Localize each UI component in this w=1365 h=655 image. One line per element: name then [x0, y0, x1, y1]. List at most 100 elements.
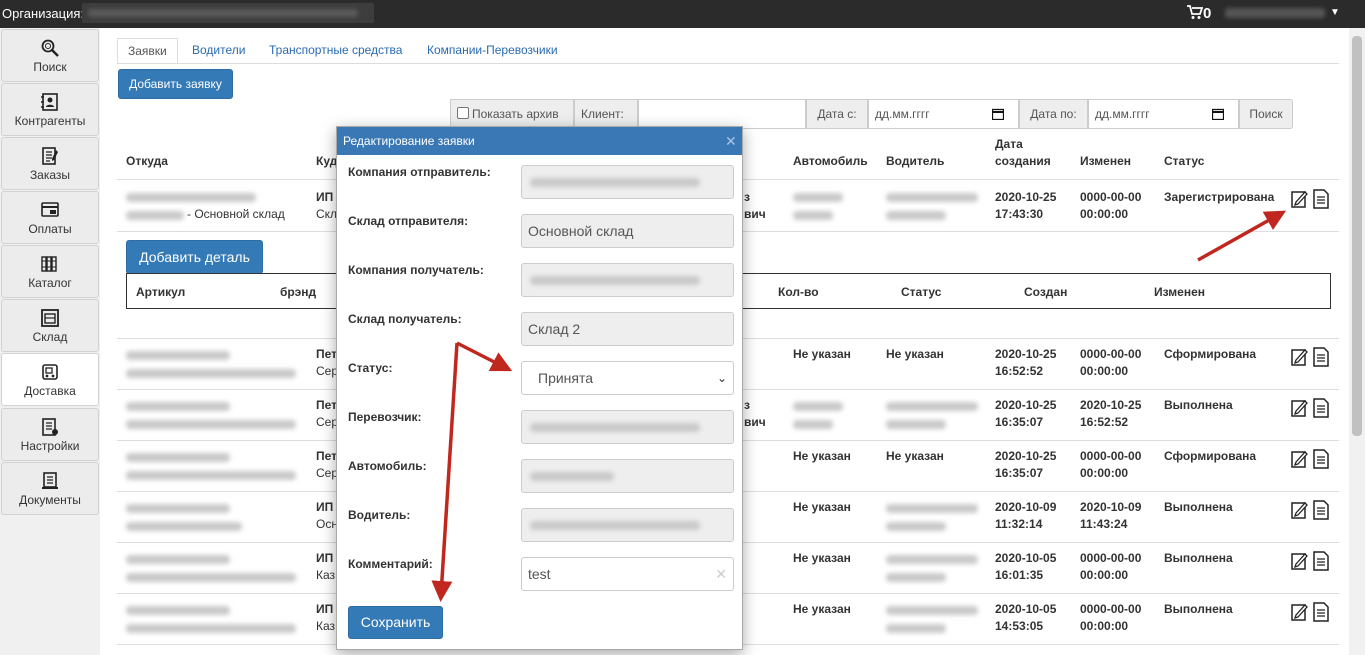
car-redacted [793, 402, 843, 411]
tab-drivers[interactable]: Водители [192, 38, 245, 64]
client-input[interactable] [638, 99, 806, 129]
add-detail-button[interactable]: Добавить деталь [126, 240, 263, 274]
created-date: 2020-10-25 [995, 398, 1057, 412]
sidebar-item-settings[interactable]: Настройки [1, 408, 99, 461]
to-line2: Каз [316, 568, 336, 582]
header-created: Дата создания [995, 136, 1051, 170]
driver-value: Не указан [886, 449, 944, 463]
created-date: 2020-10-25 [995, 190, 1057, 204]
document-icon[interactable] [1312, 347, 1330, 367]
tab-carriers[interactable]: Компании-Перевозчики [427, 38, 558, 64]
show-archive-checkbox[interactable] [457, 107, 469, 119]
to-line1: Пет [316, 347, 338, 361]
sidebar-item-search[interactable]: Поиск [1, 29, 99, 82]
date-to-input[interactable]: дд.мм.гггг [1088, 99, 1239, 129]
sender-redacted [126, 555, 230, 564]
receiver-company-label: Компания получатель: [348, 263, 484, 277]
changed-time: 00:00:00 [1080, 364, 1129, 378]
from-warehouse: - Основной склад [187, 207, 285, 221]
cart-button[interactable]: 0 [1187, 5, 1211, 22]
to-line1: ИП [316, 190, 334, 204]
clear-icon[interactable]: ✕ [715, 558, 727, 590]
edit-icon[interactable] [1291, 602, 1309, 622]
tab-divider [117, 63, 1339, 64]
caret-down-icon[interactable]: ▼ [1330, 7, 1340, 18]
sender-redacted [126, 573, 296, 582]
receiver-warehouse-label: Склад получатель: [348, 312, 462, 326]
edit-icon[interactable] [1291, 347, 1309, 367]
user-menu[interactable] [1225, 8, 1325, 18]
sender-redacted [126, 351, 230, 360]
created-date: 2020-10-05 [995, 551, 1057, 565]
sender-warehouse-field: Основной склад [521, 214, 734, 248]
detail-header-created: Создан [1024, 285, 1068, 299]
page-scrollbar[interactable] [1349, 28, 1365, 655]
tab-requests[interactable]: Заявки [117, 38, 178, 64]
organization-selector[interactable] [82, 3, 374, 23]
edit-icon[interactable] [1291, 449, 1309, 469]
receiver-company-field [521, 263, 734, 297]
payments-icon [40, 200, 60, 220]
sidebar-item-warehouse[interactable]: Склад [1, 299, 99, 352]
sender-company-label: Компания отправитель: [348, 165, 491, 179]
header-created-line1: Дата [995, 137, 1023, 151]
created-time: 14:53:05 [995, 619, 1044, 633]
sidebar-item-orders[interactable]: Заказы [1, 137, 99, 190]
date-from-input[interactable]: дд.мм.гггг [868, 99, 1019, 129]
top-bar: Организация: 0 ▼ [0, 0, 1365, 28]
comment-input[interactable]: test ✕ [521, 557, 734, 591]
receiver-warehouse-field: Склад 2 [521, 312, 734, 346]
document-icon[interactable] [1312, 449, 1330, 469]
detail-header-article: Артикул [136, 285, 186, 299]
car-redacted [793, 420, 833, 429]
document-icon[interactable] [1312, 602, 1330, 622]
close-icon[interactable]: ✕ [725, 133, 737, 150]
document-icon[interactable] [1312, 551, 1330, 571]
calendar-icon[interactable] [1212, 108, 1224, 120]
sidebar-item-documents[interactable]: Документы [1, 462, 99, 515]
date-from-label: Дата с: [806, 99, 868, 129]
sidebar-item-label: Контрагенты [14, 114, 86, 128]
calendar-icon[interactable] [992, 108, 1004, 120]
header-driver: Водитель [886, 154, 945, 168]
to-line-suffix: з [744, 398, 750, 412]
sender-redacted [126, 369, 296, 378]
save-button[interactable]: Сохранить [348, 606, 443, 639]
to-line1: ИП [316, 602, 334, 616]
edit-icon[interactable] [1291, 189, 1309, 209]
driver-redacted [886, 211, 946, 220]
edit-icon[interactable] [1291, 398, 1309, 418]
status-badge: Выполнена [1164, 551, 1233, 565]
document-icon[interactable] [1312, 500, 1330, 520]
document-icon[interactable] [1312, 189, 1330, 209]
carrier-label: Перевозчик: [348, 410, 422, 424]
created-time: 17:43:30 [995, 207, 1044, 221]
status-badge: Выполнена [1164, 500, 1233, 514]
tab-vehicles[interactable]: Транспортные средства [269, 38, 402, 64]
warehouse-icon [40, 308, 60, 328]
edit-icon[interactable] [1291, 500, 1309, 520]
date-to-placeholder: дд.мм.гггг [1095, 107, 1150, 121]
show-archive-filter[interactable]: Показать архив [450, 99, 574, 129]
sidebar-item-contractors[interactable]: Контрагенты [1, 83, 99, 136]
car-redacted [793, 193, 843, 202]
sender-redacted [126, 606, 230, 615]
changed-date: 0000-00-00 [1080, 449, 1142, 463]
driver-redacted [886, 555, 978, 564]
sidebar-item-delivery[interactable]: Доставка [1, 353, 99, 406]
detail-header-status: Статус [901, 285, 942, 299]
document-icon[interactable] [1312, 398, 1330, 418]
sidebar-item-label: Склад [32, 330, 68, 344]
add-request-button[interactable]: Добавить заявку [118, 69, 233, 99]
search-button[interactable]: Поиск [1239, 99, 1293, 129]
sidebar-item-catalog[interactable]: Каталог [1, 245, 99, 298]
status-select[interactable]: Принята ⌄ [521, 361, 734, 395]
edit-request-modal: Редактирование заявки ✕ Компания отправи… [336, 126, 743, 650]
sidebar-item-payments[interactable]: Оплаты [1, 191, 99, 244]
changed-time: 00:00:00 [1080, 619, 1129, 633]
scrollbar-thumb[interactable] [1352, 36, 1362, 436]
header-car: Автомобиль [793, 154, 868, 168]
edit-icon[interactable] [1291, 551, 1309, 571]
date-from-placeholder: дд.мм.гггг [875, 107, 930, 121]
status-select-value: Принята [538, 370, 594, 386]
